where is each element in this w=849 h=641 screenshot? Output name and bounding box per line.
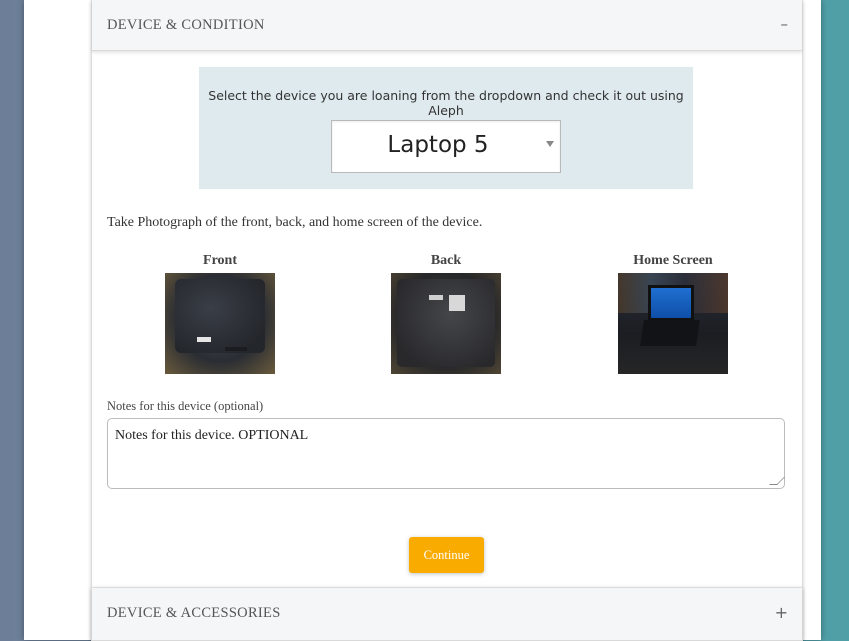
continue-button[interactable]: Continue	[409, 537, 484, 573]
photo-home-screen-label: Home Screen	[633, 253, 713, 268]
chevron-down-icon	[546, 141, 554, 147]
notes-value: Notes for this device. OPTIONAL	[115, 428, 309, 443]
photo-front-label: Front	[203, 253, 237, 268]
page-card: DEVICE & CONDITION – Select the device y…	[24, 0, 821, 641]
device-accessories-header[interactable]: DEVICE & ACCESSORIES +	[92, 588, 802, 641]
expand-icon[interactable]: +	[775, 603, 788, 622]
device-select[interactable]: Laptop 5	[331, 120, 561, 173]
device-condition-title: DEVICE & CONDITION	[107, 17, 265, 33]
collapse-icon[interactable]: –	[781, 15, 789, 33]
photo-front: Front	[140, 253, 300, 374]
notes-label: Notes for this device (optional)	[107, 399, 264, 413]
banner-instruction-text: Select the device you are loaning from t…	[208, 88, 684, 118]
laptop-lid-photo[interactable]	[165, 273, 275, 374]
notes-textarea[interactable]: Notes for this device. OPTIONAL	[107, 418, 785, 489]
resize-grip-icon[interactable]	[769, 477, 785, 485]
photo-back-label: Back	[430, 253, 462, 268]
photo-instruction: Take Photograph of the front, back, and …	[107, 215, 483, 230]
laptop-screen-photo[interactable]	[618, 273, 728, 374]
instruction-banner: Select the device you are loaning from t…	[199, 67, 693, 189]
device-select-value: Laptop 5	[387, 132, 489, 158]
photo-home-screen: Home Screen	[593, 253, 753, 374]
device-condition-panel: DEVICE & CONDITION – Select the device y…	[91, 0, 803, 640]
device-condition-header[interactable]: DEVICE & CONDITION –	[92, 0, 802, 51]
device-accessories-title: DEVICE & ACCESSORIES	[107, 605, 281, 621]
laptop-base-photo[interactable]	[391, 273, 501, 374]
device-accessories-panel: DEVICE & ACCESSORIES +	[91, 587, 803, 641]
photo-back: Back	[366, 253, 526, 374]
